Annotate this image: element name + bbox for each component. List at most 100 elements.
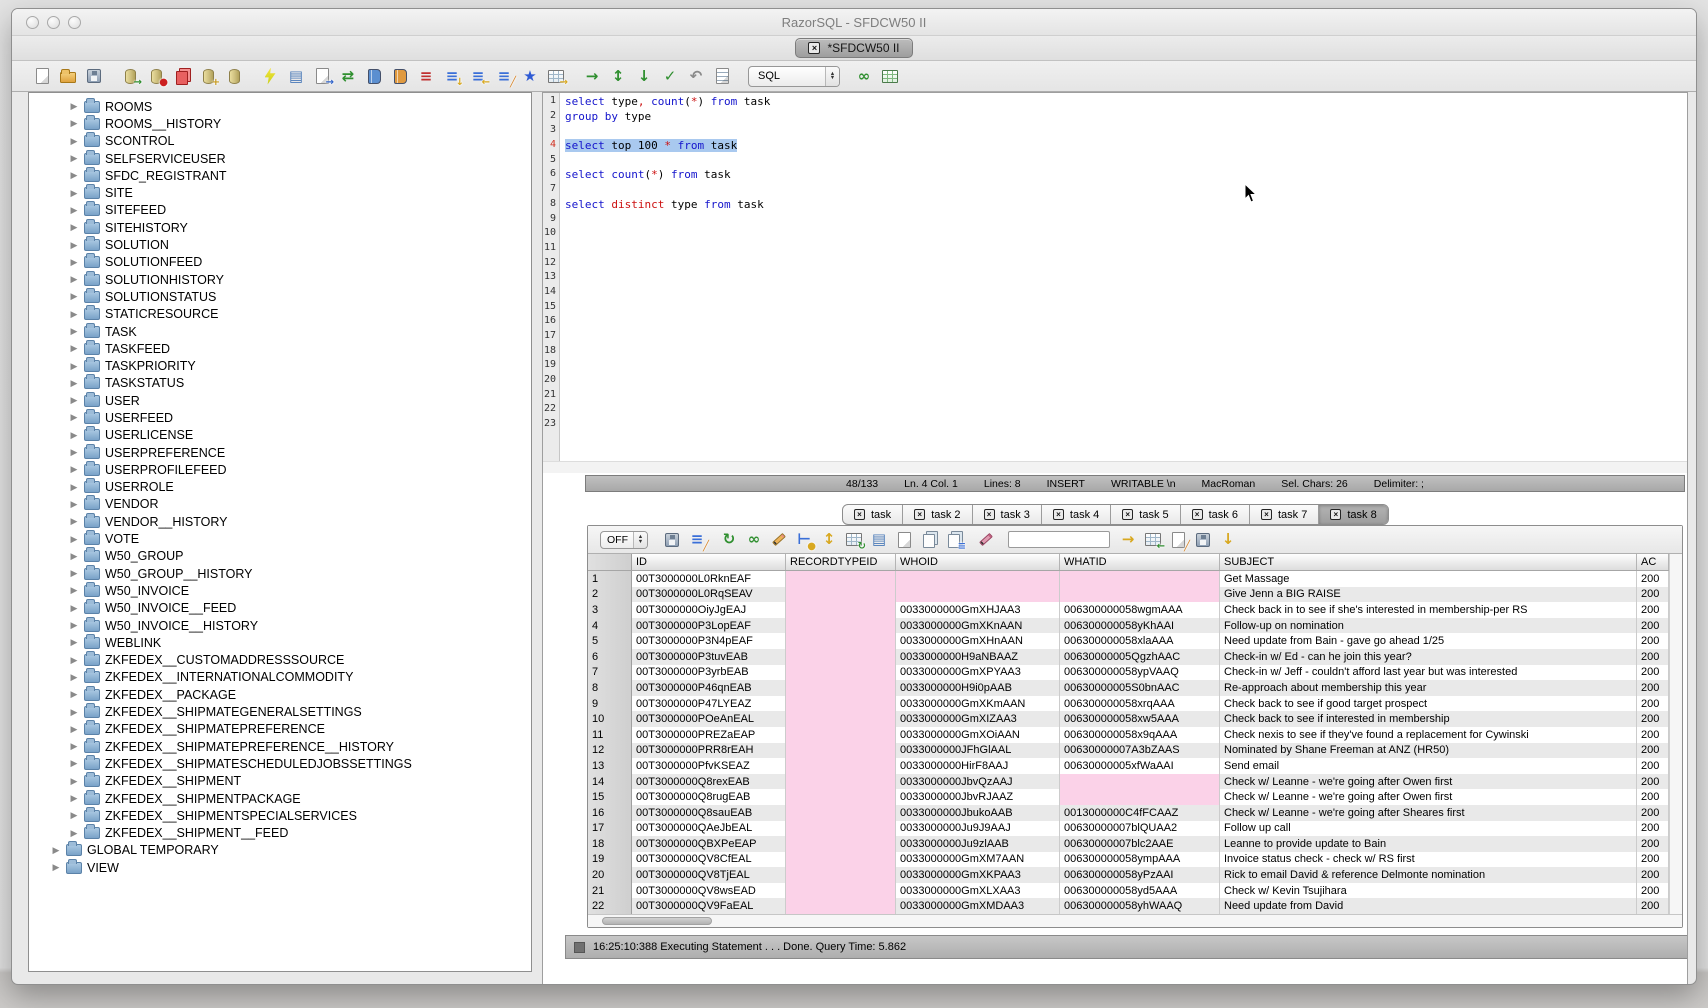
row-number-cell[interactable]: 18 — [588, 836, 632, 852]
code-line[interactable] — [565, 345, 1687, 360]
cell-subject[interactable]: Nominated by Shane Freeman at ANZ (HR50) — [1220, 743, 1637, 759]
execute-fetch-icon[interactable]: ↓ — [634, 66, 654, 86]
code-line[interactable]: select distinct type from task — [565, 198, 1687, 213]
row-number-cell[interactable]: 16 — [588, 805, 632, 821]
tree-item-zkfedex-shipment[interactable]: ▶ZKFEDEX__SHIPMENT — [29, 773, 531, 790]
cell-recordtypeid[interactable] — [786, 821, 896, 837]
cell-id[interactable]: 00T3000000L0RqSEAV — [632, 587, 786, 603]
table-row[interactable]: 800T3000000P46qnEAB0033000000H9i0pAAB006… — [588, 680, 1669, 696]
cell-recordtypeid[interactable] — [786, 649, 896, 665]
disclosure-triangle-icon[interactable]: ▶ — [69, 153, 79, 164]
describe-table-icon[interactable]: ≡ — [416, 66, 436, 86]
tree-item-user[interactable]: ▶USER — [29, 392, 531, 409]
table-row[interactable]: 400T3000000P3LopEAF0033000000GmXKnAAN006… — [588, 618, 1669, 634]
disclosure-triangle-icon[interactable]: ▶ — [69, 188, 79, 199]
primary-key-icon[interactable] — [976, 530, 996, 550]
disclosure-triangle-icon[interactable]: ▶ — [69, 707, 79, 718]
cell-subject[interactable]: Send email — [1220, 758, 1637, 774]
cell-whatid[interactable]: 006300000058xrqAAA — [1060, 696, 1220, 712]
duplicate-connection-icon[interactable] — [172, 66, 192, 86]
cell-id[interactable]: 00T3000000QV8wsEAD — [632, 883, 786, 899]
cell-whoid[interactable] — [896, 571, 1060, 587]
column-header-id[interactable]: ID — [632, 554, 786, 570]
disclosure-triangle-icon[interactable]: ▶ — [69, 758, 79, 769]
sql-editor[interactable]: 1234567891011121314151617181920212223 se… — [543, 93, 1687, 461]
cell-whatid[interactable]: 006300000058yPzAAI — [1060, 867, 1220, 883]
row-number-cell[interactable]: 1 — [588, 571, 632, 587]
cell-recordtypeid[interactable] — [786, 743, 896, 759]
tab-close-icon[interactable]: × — [1261, 509, 1272, 520]
disclosure-triangle-icon[interactable]: ▶ — [51, 845, 61, 856]
disclosure-triangle-icon[interactable]: ▶ — [69, 378, 79, 389]
table-row[interactable]: 100T3000000L0RknEAFGet Massage200 — [588, 571, 1669, 587]
disclosure-triangle-icon[interactable]: ▶ — [69, 741, 79, 752]
tree-item-solutionstatus[interactable]: ▶SOLUTIONSTATUS — [29, 288, 531, 305]
table-row[interactable]: 1700T3000000QAeJbEAL0033000000Ju9J9AAJ00… — [588, 821, 1669, 837]
cell-id[interactable]: 00T3000000P3N4pEAF — [632, 633, 786, 649]
code-line[interactable] — [565, 286, 1687, 301]
cell-recordtypeid[interactable] — [786, 758, 896, 774]
cell-whatid[interactable]: 006300000058ympAAA — [1060, 852, 1220, 868]
cell-whatid[interactable]: 00630000005QgzhAAC — [1060, 649, 1220, 665]
result-tab-task-6[interactable]: ×task 6 — [1181, 505, 1250, 524]
statement-type-select[interactable]: SQL ▲▼ — [748, 66, 840, 87]
disclosure-triangle-icon[interactable]: ▶ — [69, 257, 79, 268]
disclosure-triangle-icon[interactable]: ▶ — [69, 274, 79, 285]
disclosure-triangle-icon[interactable]: ▶ — [69, 568, 79, 579]
cell-ac[interactable]: 200 — [1637, 743, 1669, 759]
table-row[interactable]: 300T3000000OiyJgEAJ0033000000GmXHJAA3006… — [588, 602, 1669, 618]
cell-id[interactable]: 00T3000000QAeJbEAL — [632, 821, 786, 837]
cell-whoid[interactable]: 0033000000GmXHnAAN — [896, 633, 1060, 649]
code-line[interactable] — [565, 330, 1687, 345]
cell-id[interactable]: 00T3000000OiyJgEAJ — [632, 602, 786, 618]
table-row[interactable]: 200T3000000L0RqSEAVGive Jenn a BIG RAISE… — [588, 587, 1669, 603]
column-header-recordtypeid[interactable]: RECORDTYPEID — [786, 554, 896, 570]
cell-subject[interactable]: Check back to see if good target prospec… — [1220, 696, 1637, 712]
tree-item-sitehistory[interactable]: ▶SITEHISTORY — [29, 219, 531, 236]
refresh-results-icon[interactable]: ↻ — [719, 530, 739, 550]
editor-horizontal-scrollbar[interactable] — [543, 461, 1687, 473]
disclosure-triangle-icon[interactable]: ▶ — [69, 464, 79, 475]
tree-item-userprofilefeed[interactable]: ▶USERPROFILEFEED — [29, 461, 531, 478]
table-row[interactable]: 1900T3000000QV8CfEAL0033000000GmXM7AAN00… — [588, 852, 1669, 868]
autocommit-select[interactable]: OFF ▲▼ — [600, 531, 648, 549]
disclosure-triangle-icon[interactable]: ▶ — [69, 343, 79, 354]
cell-ac[interactable]: 200 — [1637, 571, 1669, 587]
tree-item-userpreference[interactable]: ▶USERPREFERENCE — [29, 444, 531, 461]
code-line[interactable] — [565, 389, 1687, 404]
tree-item-taskpriority[interactable]: ▶TASKPRIORITY — [29, 357, 531, 374]
cell-whoid[interactable]: 0033000000JbukoAAB — [896, 805, 1060, 821]
disclosure-triangle-icon[interactable]: ▶ — [69, 534, 79, 545]
table-row[interactable]: 1300T3000000PfvKSEAZ0033000000HirF8AAJ00… — [588, 758, 1669, 774]
sort-descending-icon[interactable]: ≡↓ — [442, 66, 462, 86]
code-line[interactable] — [565, 374, 1687, 389]
save-file-icon[interactable] — [84, 66, 104, 86]
row-number-cell[interactable]: 17 — [588, 821, 632, 837]
execute-all-icon[interactable]: ↕ — [608, 66, 628, 86]
tree-item-userrole[interactable]: ▶USERROLE — [29, 479, 531, 496]
cell-whoid[interactable]: 0033000000HirF8AAJ — [896, 758, 1060, 774]
import-data-icon[interactable]: ⇄ — [338, 66, 358, 86]
save-grid-icon[interactable] — [1193, 530, 1213, 550]
code-line[interactable] — [565, 213, 1687, 228]
favorites-icon[interactable]: ★ — [520, 66, 540, 86]
cell-ac[interactable]: 200 — [1637, 618, 1669, 634]
row-number-cell[interactable]: 7 — [588, 665, 632, 681]
tree-item-zkfedex-shipmategeneralsettings[interactable]: ▶ZKFEDEX__SHIPMATEGENERALSETTINGS — [29, 703, 531, 720]
disclosure-triangle-icon[interactable]: ▶ — [69, 412, 79, 423]
rollback-icon[interactable]: ↶ — [686, 66, 706, 86]
new-result-page-icon[interactable] — [894, 530, 914, 550]
cell-ac[interactable]: 200 — [1637, 789, 1669, 805]
code-line[interactable] — [565, 301, 1687, 316]
column-header-subject[interactable]: SUBJECT — [1220, 554, 1637, 570]
cell-recordtypeid[interactable] — [786, 883, 896, 899]
cell-id[interactable]: 00T3000000QV8TjEAL — [632, 867, 786, 883]
execute-statement-icon[interactable]: → — [582, 66, 602, 86]
copy-with-headers-icon[interactable]: ≡ — [944, 530, 964, 550]
cell-id[interactable]: 00T3000000PRR8rEAH — [632, 743, 786, 759]
query-builder-icon[interactable]: ▤ — [286, 66, 306, 86]
cell-whatid[interactable] — [1060, 789, 1220, 805]
tree-item-zkfedex-customaddresssource[interactable]: ▶ZKFEDEX__CUSTOMADDRESSSOURCE — [29, 652, 531, 669]
cell-whatid[interactable]: 006300000058xw5AAA — [1060, 711, 1220, 727]
cell-whatid[interactable] — [1060, 571, 1220, 587]
